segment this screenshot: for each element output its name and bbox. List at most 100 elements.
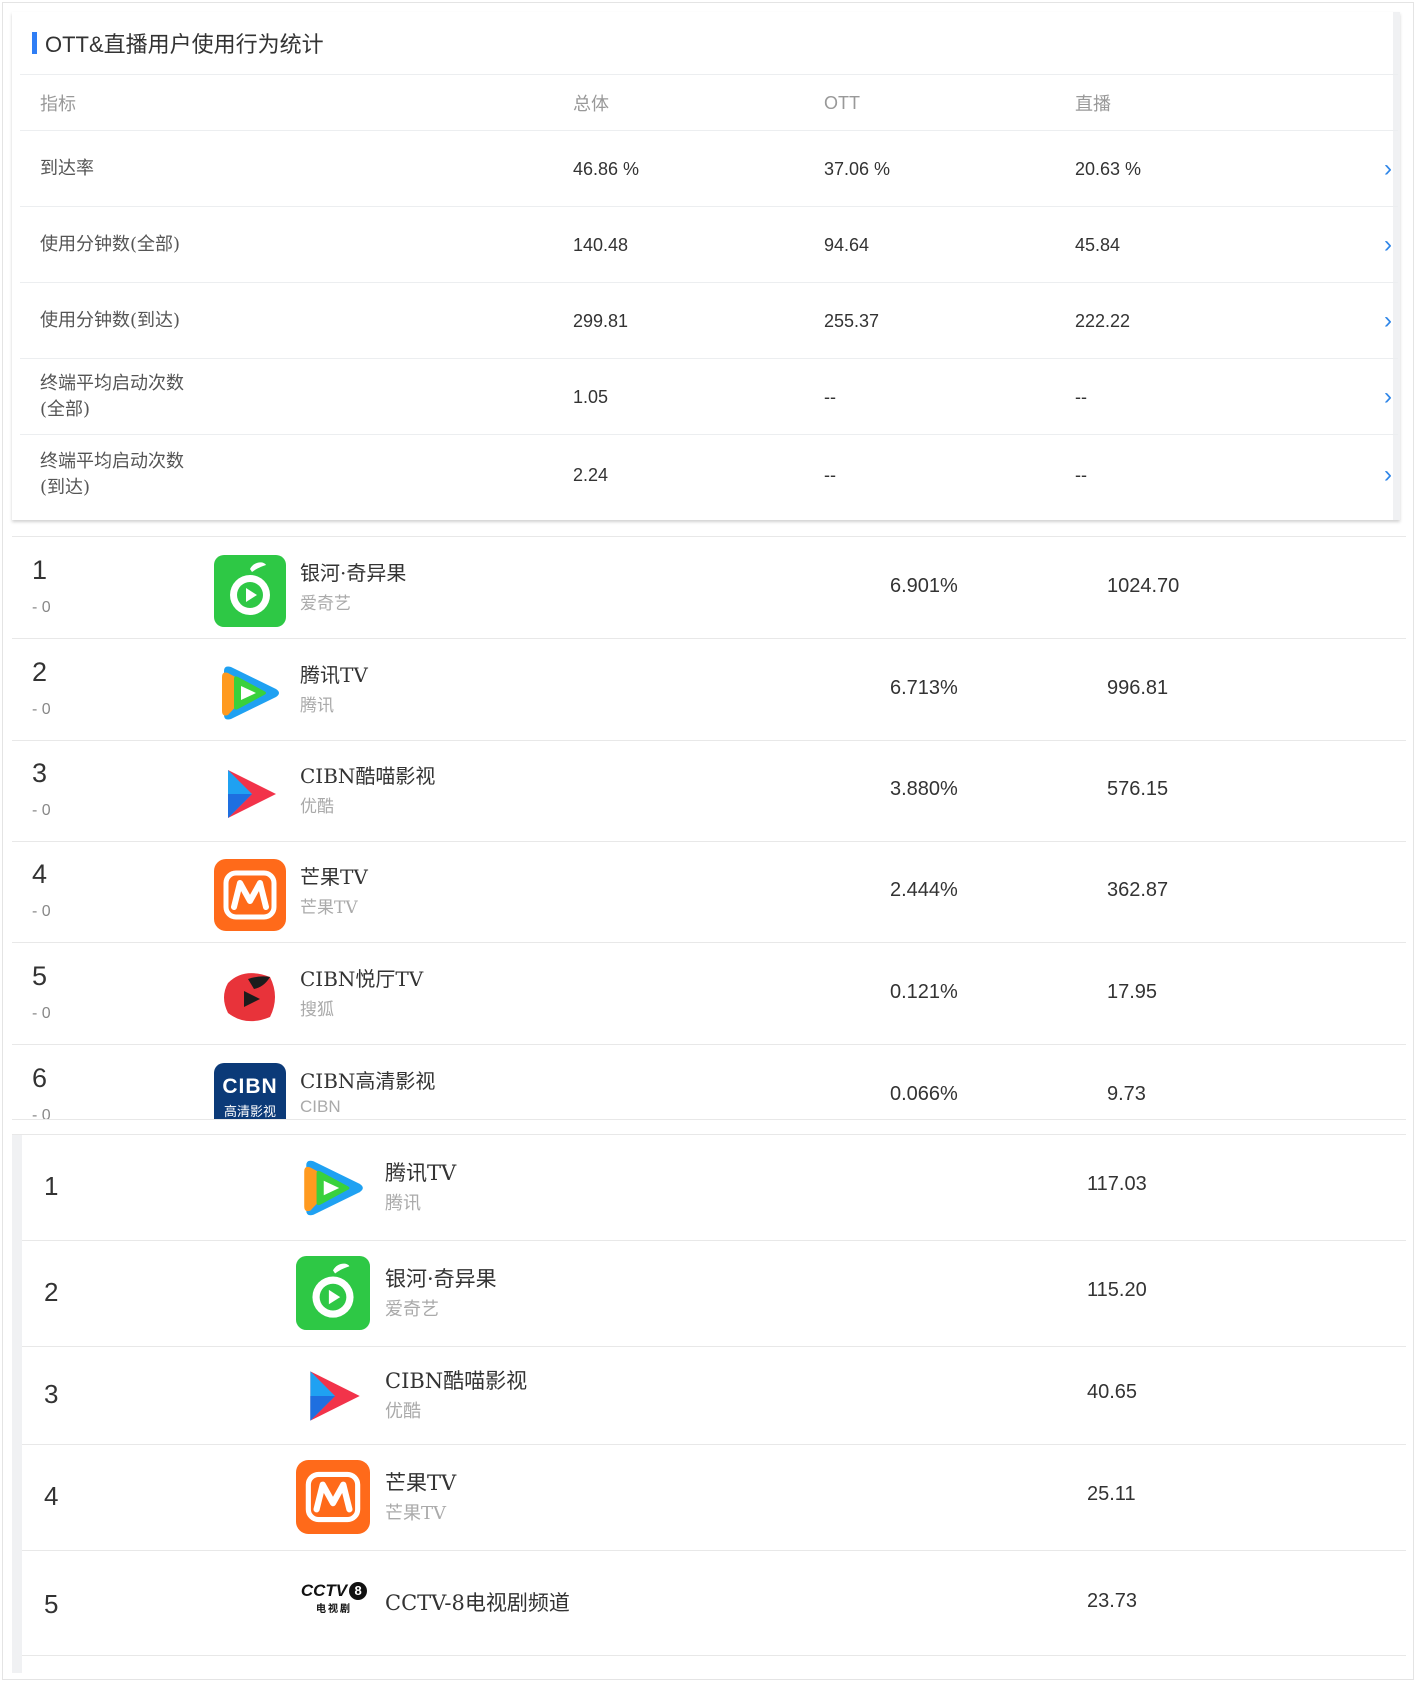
app-value: 25.11 <box>1087 1483 1136 1505</box>
app-name: 腾讯TV <box>300 663 368 687</box>
sohu-icon <box>214 961 286 1033</box>
app-value: 9.73 <box>1107 1083 1146 1105</box>
left-gutter <box>12 1135 22 1673</box>
ranking-row[interactable]: 5 CCTV 8 电视剧 CCTV-8电视剧频道 23.73 <box>22 1551 1406 1656</box>
cctv-logo-text: CCTV <box>300 1581 348 1600</box>
chevron-right-icon[interactable]: › <box>1384 283 1392 359</box>
app-name: CIBN酷喵影视 <box>300 764 436 788</box>
ranking-row[interactable]: 2 - 0 腾讯TV 腾讯 6.713% 996.81 <box>12 639 1406 741</box>
chevron-right-icon[interactable]: › <box>1384 359 1392 435</box>
metric-label: 使用分钟数(到达) <box>40 310 181 331</box>
rank-number: 1 <box>44 1171 59 1201</box>
app-value: 362.87 <box>1107 879 1169 901</box>
app-name: 银河·奇异果 <box>385 1267 497 1291</box>
app-name: 银河·奇异果 <box>300 561 407 585</box>
value-live: -- <box>1075 464 1087 485</box>
app-vendor: 芒果TV <box>300 898 358 918</box>
value-total: 140.48 <box>573 234 629 255</box>
chevron-right-icon[interactable]: › <box>1384 207 1392 283</box>
rank-number: 1 <box>32 555 48 585</box>
app-value: 17.95 <box>1107 981 1158 1003</box>
rank-number: 3 <box>32 758 48 788</box>
tencent-video-icon <box>214 657 286 729</box>
iqiyi-kiwi-icon <box>296 1256 370 1330</box>
app-vendor: CIBN <box>300 1097 341 1116</box>
value-total: 1.05 <box>573 386 609 407</box>
stats-row-launches-reach[interactable]: 终端平均启动次数 (到达) 2.24 -- -- › <box>20 434 1398 515</box>
rank-change: - 0 <box>32 701 51 718</box>
app-name: CCTV-8电视剧频道 <box>385 1591 570 1615</box>
app-value: 115.20 <box>1087 1279 1147 1301</box>
metric-label: 终端平均启动次数 (全部) <box>40 373 184 420</box>
cibn-logo-text: CIBN <box>222 1075 278 1098</box>
value-live: 45.84 <box>1075 234 1121 255</box>
cibn-icon: CIBN 高清影视 <box>214 1063 286 1120</box>
ranking-row[interactable]: 4 - 0 芒果TV 芒果TV 2.444% 362.87 <box>12 841 1406 943</box>
stats-row-minutes-reach[interactable]: 使用分钟数(到达) 299.81 255.37 222.22 › <box>20 282 1398 359</box>
rank-change: - 0 <box>32 599 51 616</box>
header-ott: OTT <box>824 92 860 113</box>
app-value: 40.65 <box>1087 1381 1138 1403</box>
rank-number: 3 <box>44 1379 59 1409</box>
mango-tv-icon <box>296 1460 370 1534</box>
app-value: 117.03 <box>1087 1173 1147 1195</box>
header-live: 直播 <box>1075 94 1111 115</box>
app-vendor: 优酷 <box>300 797 334 817</box>
app-vendor: 芒果TV <box>385 1503 447 1524</box>
rank-number: 2 <box>44 1277 59 1307</box>
stats-row-reach[interactable]: 到达率 46.86 % 37.06 % 20.63 % › <box>20 130 1398 207</box>
app-vendor: 腾讯 <box>300 696 334 716</box>
rank-number: 5 <box>44 1589 59 1619</box>
cctv8-icon: CCTV 8 电视剧 <box>296 1581 372 1621</box>
app-name: 腾讯TV <box>385 1161 457 1185</box>
app-share: 6.901% <box>890 575 958 597</box>
value-ott: -- <box>824 464 836 485</box>
ranking-row[interactable]: 5 - 0 CIBN悦厅TV 搜狐 0.121% 17.95 <box>12 943 1406 1045</box>
title-accent-bar <box>32 32 37 54</box>
value-live: 222.22 <box>1075 310 1131 331</box>
tencent-video-icon <box>296 1151 370 1225</box>
header-metric: 指标 <box>40 94 76 115</box>
metric-label: 到达率 <box>40 158 94 179</box>
panel-title: OTT&直播用户使用行为统计 <box>32 12 324 74</box>
ranking-row[interactable]: 6 - 0 CIBN 高清影视 CIBN高清影视 CIBN 0.066% 9.7… <box>12 1045 1406 1120</box>
rank-change: - 0 <box>32 802 51 819</box>
app-share: 3.880% <box>890 778 958 800</box>
metric-label: 终端平均启动次数 (到达) <box>40 451 184 498</box>
app-name: CIBN酷喵影视 <box>385 1369 528 1393</box>
chevron-right-icon[interactable]: › <box>1384 435 1392 515</box>
ranking-row[interactable]: 1 腾讯TV 腾讯 117.03 <box>22 1135 1406 1241</box>
app-vendor: 爱奇艺 <box>300 594 351 614</box>
app-value: 23.73 <box>1087 1590 1138 1612</box>
rank-number: 4 <box>44 1481 59 1511</box>
app-vendor: 优酷 <box>385 1401 421 1422</box>
metric-label: 使用分钟数(全部) <box>40 234 181 255</box>
panel-title-text: OTT&直播用户使用行为统计 <box>45 32 324 57</box>
app-share: 2.444% <box>890 879 958 901</box>
stats-row-minutes-all[interactable]: 使用分钟数(全部) 140.48 94.64 45.84 › <box>20 206 1398 283</box>
rank-change: - 0 <box>32 903 51 920</box>
iqiyi-kiwi-icon <box>214 555 286 627</box>
value-live: -- <box>1075 386 1087 407</box>
app-ranking-list-a: 1 - 0 银河·奇异果 爱奇艺 6.901% 1024.70 2 - 0 腾讯… <box>12 536 1406 1120</box>
app-share: 0.121% <box>890 981 958 1003</box>
value-ott: -- <box>824 386 836 407</box>
chevron-right-icon[interactable]: › <box>1384 131 1392 207</box>
value-total: 46.86 % <box>573 158 640 179</box>
ranking-row[interactable]: 1 - 0 银河·奇异果 爱奇艺 6.901% 1024.70 <box>12 537 1406 639</box>
rank-change: - 0 <box>32 1005 51 1022</box>
app-value: 576.15 <box>1107 778 1169 800</box>
app-ranking-list-b: 1 腾讯TV 腾讯 117.03 2 银河·奇异果 爱奇艺 115.20 3 C… <box>12 1134 1406 1673</box>
rank-number: 4 <box>32 859 48 889</box>
stats-row-launches-all[interactable]: 终端平均启动次数 (全部) 1.05 -- -- › <box>20 358 1398 435</box>
value-live: 20.63 % <box>1075 158 1142 179</box>
ranking-row[interactable]: 3 CIBN酷喵影视 优酷 40.65 <box>22 1347 1406 1445</box>
ranking-row[interactable]: 3 - 0 CIBN酷喵影视 优酷 3.880% 576.15 <box>12 740 1406 842</box>
ranking-row[interactable]: 4 芒果TV 芒果TV 25.11 <box>22 1445 1406 1551</box>
ranking-row[interactable]: 2 银河·奇异果 爱奇艺 115.20 <box>22 1241 1406 1347</box>
stats-table-header: 指标 总体 OTT 直播 <box>20 74 1398 131</box>
app-name: 芒果TV <box>300 865 368 889</box>
cctv-logo-subtext: 电视剧 <box>316 1604 352 1615</box>
mango-tv-icon <box>214 859 286 931</box>
rank-number: 5 <box>32 961 48 991</box>
